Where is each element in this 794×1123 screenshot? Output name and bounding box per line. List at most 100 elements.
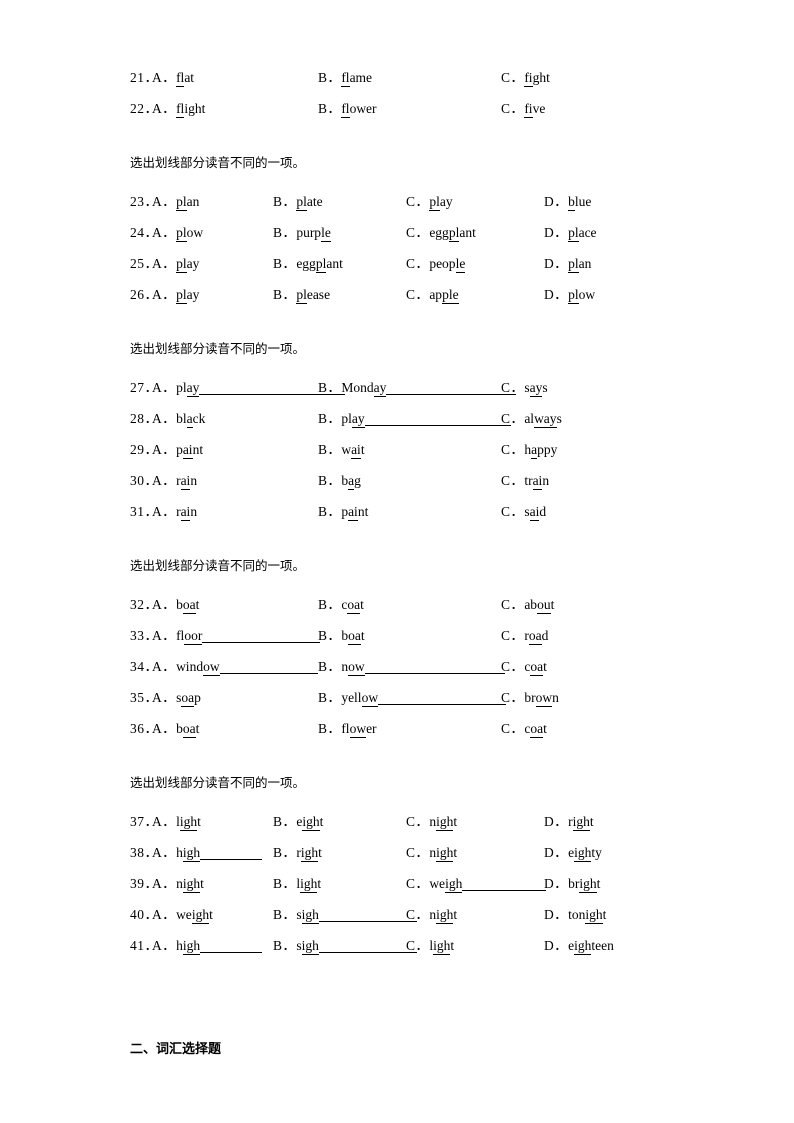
option-choice[interactable]: B．flame bbox=[318, 62, 372, 93]
option-choice[interactable]: A．window bbox=[152, 651, 318, 682]
option-choice[interactable]: D．place bbox=[544, 217, 597, 248]
option-word: road bbox=[524, 628, 548, 645]
option-choice[interactable]: C．said bbox=[501, 496, 546, 527]
option-choice[interactable]: B．flower bbox=[318, 93, 377, 124]
option-choice[interactable]: A．high bbox=[152, 930, 263, 961]
option-choice[interactable]: B．light bbox=[273, 868, 321, 899]
option-choice[interactable]: A．flight bbox=[152, 93, 205, 124]
option-choice[interactable]: A．boat bbox=[152, 589, 199, 620]
option-choice[interactable]: A．weight bbox=[152, 899, 213, 930]
option-choice[interactable]: A．rain bbox=[152, 465, 197, 496]
option-choice[interactable]: B．flower bbox=[318, 713, 377, 744]
option-choice[interactable]: C．says bbox=[501, 372, 548, 403]
word-prefix: r bbox=[568, 814, 573, 829]
option-word: high bbox=[176, 845, 201, 862]
instruction-line: 选出划线部分读音不同的一项。 bbox=[130, 155, 306, 170]
option-choice[interactable]: B．boat bbox=[318, 620, 365, 651]
option-choice[interactable]: B．right bbox=[273, 837, 322, 868]
option-choice[interactable]: A．rain bbox=[152, 496, 197, 527]
option-choice[interactable]: A．play bbox=[152, 279, 199, 310]
option-choice[interactable]: C．night bbox=[406, 806, 457, 837]
option-choice[interactable]: B．yellow bbox=[318, 682, 507, 713]
option-choice[interactable]: C．light bbox=[406, 930, 454, 961]
option-choice[interactable]: C．happy bbox=[501, 434, 557, 465]
word-suffix: t bbox=[453, 814, 458, 829]
option-word: plate bbox=[296, 194, 323, 211]
word-suffix: lue bbox=[574, 194, 592, 209]
option-choice[interactable]: A．soap bbox=[152, 682, 201, 713]
option-choice[interactable]: C．play bbox=[406, 186, 453, 217]
option-choice[interactable]: A．light bbox=[152, 806, 201, 837]
option-choice[interactable]: C．always bbox=[501, 403, 562, 434]
option-choice[interactable]: C．people bbox=[406, 248, 466, 279]
word-suffix: t bbox=[319, 814, 324, 829]
question-row: 21． A．flat B．flame C．fight bbox=[130, 62, 690, 93]
option-choice[interactable]: C．train bbox=[501, 465, 549, 496]
option-choice[interactable]: B．now bbox=[318, 651, 505, 682]
option-choice[interactable]: B．sigh bbox=[273, 930, 417, 961]
option-choice[interactable]: B．eight bbox=[273, 806, 323, 837]
option-choice[interactable]: C．coat bbox=[501, 651, 547, 682]
option-choice[interactable]: C．night bbox=[406, 899, 457, 930]
option-choice[interactable]: D．bright bbox=[544, 868, 600, 899]
option-choice[interactable]: C．apple bbox=[406, 279, 459, 310]
option-word: tonight bbox=[568, 907, 606, 924]
underlined-letters: pl bbox=[176, 287, 187, 304]
option-word: eighty bbox=[568, 845, 602, 862]
option-choice[interactable]: A．play bbox=[152, 372, 346, 403]
option-choice[interactable]: A．high bbox=[152, 837, 263, 868]
option-choice[interactable]: B．please bbox=[273, 279, 330, 310]
option-choice[interactable]: B．Monday bbox=[318, 372, 517, 403]
option-choice[interactable]: D．tonight bbox=[544, 899, 606, 930]
question-row: 39． A．night B．light C．weigh D．bright bbox=[130, 868, 690, 899]
option-word: high bbox=[176, 938, 201, 955]
option-choice[interactable]: B．bag bbox=[318, 465, 361, 496]
option-label: C． bbox=[406, 845, 430, 860]
option-choice[interactable]: B．play bbox=[318, 403, 511, 434]
extended-underline bbox=[219, 659, 318, 674]
option-choice[interactable]: C．night bbox=[406, 837, 457, 868]
option-choice[interactable]: C．road bbox=[501, 620, 548, 651]
option-choice[interactable]: D．eighty bbox=[544, 837, 602, 868]
option-choice[interactable]: C．eggplant bbox=[406, 217, 476, 248]
option-word: bag bbox=[341, 473, 361, 490]
option-choice[interactable]: B．coat bbox=[318, 589, 364, 620]
option-choice[interactable]: C．weigh bbox=[406, 868, 547, 899]
option-choice[interactable]: D．plan bbox=[544, 248, 591, 279]
option-choice[interactable]: A．flat bbox=[152, 62, 194, 93]
option-choice[interactable]: A．paint bbox=[152, 434, 203, 465]
option-word: play bbox=[176, 287, 199, 304]
option-choice[interactable]: A．play bbox=[152, 248, 199, 279]
option-choice[interactable]: C．fight bbox=[501, 62, 550, 93]
option-label: C． bbox=[406, 287, 430, 302]
option-choice[interactable]: D．blue bbox=[544, 186, 591, 217]
option-choice[interactable]: A．night bbox=[152, 868, 204, 899]
option-choice[interactable]: A．plan bbox=[152, 186, 199, 217]
option-choice[interactable]: A．boat bbox=[152, 713, 199, 744]
option-choice[interactable]: A．floor bbox=[152, 620, 321, 651]
option-label: A． bbox=[152, 287, 177, 302]
option-choice[interactable]: C．coat bbox=[501, 713, 547, 744]
underlined-letters: fi bbox=[524, 70, 533, 87]
option-choice[interactable]: B．sigh bbox=[273, 899, 417, 930]
option-choice[interactable]: D．right bbox=[544, 806, 594, 837]
option-choice[interactable]: D．plow bbox=[544, 279, 595, 310]
option-choice[interactable]: C．five bbox=[501, 93, 545, 124]
option-choice[interactable]: C．brown bbox=[501, 682, 559, 713]
option-choice[interactable]: C．about bbox=[501, 589, 554, 620]
option-word: Monday bbox=[341, 380, 387, 397]
option-choice[interactable]: B．eggplant bbox=[273, 248, 343, 279]
word-prefix: wind bbox=[176, 659, 204, 674]
option-word: bright bbox=[568, 876, 600, 893]
option-choice[interactable]: B．paint bbox=[318, 496, 368, 527]
option-choice[interactable]: A．black bbox=[152, 403, 205, 434]
option-choice[interactable]: D．eighteen bbox=[544, 930, 614, 961]
option-word: sigh bbox=[296, 907, 319, 924]
option-word: eight bbox=[296, 814, 323, 831]
option-choice[interactable]: A．plow bbox=[152, 217, 203, 248]
option-choice[interactable]: B．purple bbox=[273, 217, 331, 248]
option-label: C． bbox=[406, 876, 430, 891]
option-choice[interactable]: B．plate bbox=[273, 186, 323, 217]
option-choice[interactable]: B．wait bbox=[318, 434, 365, 465]
